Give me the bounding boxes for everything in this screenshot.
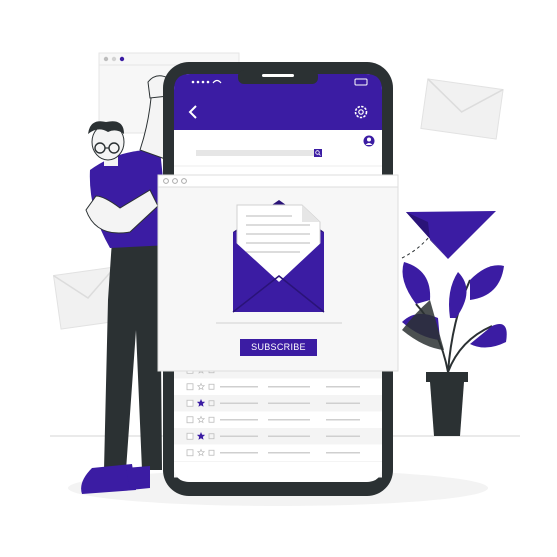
illustration-stage: SUBSCRIBE	[0, 0, 557, 557]
email-subscription-illustration	[50, 52, 520, 506]
potted-plant	[402, 262, 507, 436]
row-checkbox[interactable]	[186, 383, 194, 391]
paper-plane-icon	[406, 211, 496, 259]
search-input[interactable]	[196, 150, 322, 156]
table-row[interactable]	[174, 395, 382, 412]
envelope-icon	[232, 200, 325, 313]
subscribe-button[interactable]: SUBSCRIBE	[240, 339, 317, 356]
envelope-icon	[420, 78, 504, 140]
search-icon[interactable]	[314, 149, 322, 157]
row-checkbox[interactable]	[186, 416, 194, 424]
row-checkbox[interactable]	[186, 432, 194, 440]
row-checkbox[interactable]	[186, 449, 194, 457]
table-row[interactable]	[174, 378, 382, 396]
table-row[interactable]	[174, 444, 382, 462]
inbox-list	[174, 362, 382, 478]
row-checkbox[interactable]	[186, 399, 194, 407]
table-row[interactable]	[174, 411, 382, 429]
table-row[interactable]	[174, 428, 382, 445]
user-icon[interactable]	[363, 135, 375, 147]
plane-trail	[401, 235, 431, 259]
